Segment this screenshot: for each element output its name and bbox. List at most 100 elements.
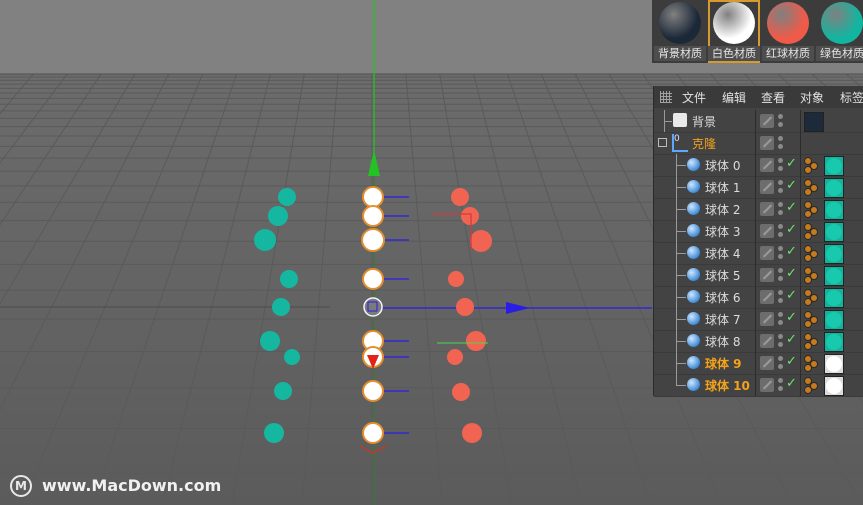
render-dots-icon[interactable] [778, 224, 783, 238]
render-dots-icon[interactable] [778, 180, 783, 194]
render-dots-icon[interactable] [778, 334, 783, 348]
render-dots-icon[interactable] [778, 378, 783, 392]
visibility-toggle-icon[interactable] [760, 202, 774, 216]
object-row-sphere[interactable]: 球体 4 ✓ [654, 242, 863, 265]
material-tag-green[interactable] [824, 200, 844, 220]
menu-edit[interactable]: 编辑 [722, 89, 746, 106]
render-dots-icon[interactable] [778, 158, 783, 172]
object-name[interactable]: 背景 [692, 113, 716, 130]
render-dots-icon[interactable] [778, 136, 783, 150]
visibility-toggle-icon[interactable] [760, 246, 774, 260]
material-tag-green[interactable] [824, 332, 844, 352]
object-name[interactable]: 球体 2 [705, 201, 740, 218]
object-name[interactable]: 球体 0 [705, 157, 740, 174]
visibility-toggle-icon[interactable] [760, 158, 774, 172]
object-name[interactable]: 球体 8 [705, 333, 740, 350]
render-dots-icon[interactable] [778, 114, 783, 128]
enabled-check-icon[interactable]: ✓ [786, 310, 797, 325]
render-dots-icon[interactable] [778, 268, 783, 282]
material-tag-green[interactable] [824, 288, 844, 308]
menu-object[interactable]: 对象 [800, 89, 824, 106]
enabled-check-icon[interactable]: ✓ [786, 288, 797, 303]
teal-sphere [254, 229, 276, 251]
selection-tag-icon[interactable] [804, 355, 820, 372]
enabled-check-icon[interactable]: ✓ [786, 222, 797, 237]
selection-tag-icon[interactable] [804, 311, 820, 328]
enabled-check-icon[interactable]: ✓ [786, 244, 797, 259]
material-tag-green[interactable] [824, 178, 844, 198]
enabled-check-icon[interactable]: ✓ [786, 266, 797, 281]
object-row-background[interactable]: 背景 [654, 110, 863, 133]
enabled-check-icon[interactable]: ✓ [786, 332, 797, 347]
material-swatch[interactable]: 绿色材质 [816, 0, 863, 63]
enabled-check-icon[interactable]: ✓ [786, 376, 797, 391]
visibility-toggle-icon[interactable] [760, 136, 774, 150]
visibility-toggle-icon[interactable] [760, 334, 774, 348]
panel-grip-icon[interactable] [660, 91, 672, 103]
object-name[interactable]: 球体 1 [705, 179, 740, 196]
visibility-toggle-icon[interactable] [760, 224, 774, 238]
selection-tag-icon[interactable] [804, 267, 820, 284]
material-tag-green[interactable] [824, 310, 844, 330]
menu-tag[interactable]: 标签 [840, 89, 863, 106]
enabled-check-icon[interactable]: ✓ [786, 200, 797, 215]
selection-tag-icon[interactable] [804, 157, 820, 174]
selection-tag-icon[interactable] [804, 179, 820, 196]
object-row-sphere[interactable]: 球体 1 ✓ [654, 176, 863, 199]
selection-tag-icon[interactable] [804, 201, 820, 218]
render-dots-icon[interactable] [778, 312, 783, 326]
enabled-check-icon[interactable]: ✓ [786, 354, 797, 369]
object-name[interactable]: 球体 6 [705, 289, 740, 306]
menu-view[interactable]: 查看 [761, 89, 785, 106]
object-row-sphere[interactable]: 球体 2 ✓ [654, 198, 863, 221]
selection-tag-icon[interactable] [804, 377, 820, 394]
material-swatch[interactable]: 白色材质 [708, 0, 760, 63]
material-tag-green[interactable] [824, 266, 844, 286]
visibility-toggle-icon[interactable] [760, 268, 774, 282]
enabled-check-icon[interactable]: ✓ [786, 178, 797, 193]
object-name[interactable]: 球体 3 [705, 223, 740, 240]
material-tag-green[interactable] [824, 244, 844, 264]
render-dots-icon[interactable] [778, 356, 783, 370]
enabled-check-icon[interactable]: ✓ [786, 156, 797, 171]
object-row-sphere[interactable]: 球体 5 ✓ [654, 264, 863, 287]
object-row-sphere[interactable]: 球体 9 ✓ [654, 352, 863, 375]
object-row-sphere[interactable]: 球体 8 ✓ [654, 330, 863, 353]
object-row-cloner[interactable]: 0 克隆 [654, 132, 863, 155]
material-tag-green[interactable] [824, 222, 844, 242]
visibility-toggle-icon[interactable] [760, 290, 774, 304]
object-row-sphere[interactable]: 球体 7 ✓ [654, 308, 863, 331]
visibility-toggle-icon[interactable] [760, 312, 774, 326]
render-dots-icon[interactable] [778, 246, 783, 260]
object-name[interactable]: 球体 4 [705, 245, 740, 262]
object-name[interactable]: 球体 5 [705, 267, 740, 284]
selection-tag-icon[interactable] [804, 333, 820, 350]
object-row-sphere[interactable]: 球体 6 ✓ [654, 286, 863, 309]
selection-tag-icon[interactable] [804, 289, 820, 306]
object-row-sphere[interactable]: 球体 3 ✓ [654, 220, 863, 243]
object-row-sphere[interactable]: 球体 0 ✓ [654, 154, 863, 177]
material-swatch[interactable]: 背景材质 [654, 0, 706, 63]
object-name[interactable]: 球体 10 [705, 377, 750, 394]
teal-sphere [272, 298, 290, 316]
material-tag-background[interactable] [804, 112, 824, 132]
material-tag-white[interactable] [824, 376, 844, 396]
selection-tag-icon[interactable] [804, 223, 820, 240]
collapse-toggle-icon[interactable] [658, 138, 667, 147]
visibility-toggle-icon[interactable] [760, 356, 774, 370]
material-swatch[interactable]: 红球材质 [762, 0, 814, 63]
object-name[interactable]: 球体 7 [705, 311, 740, 328]
white-sphere [362, 380, 384, 402]
visibility-toggle-icon[interactable] [760, 180, 774, 194]
menu-file[interactable]: 文件 [682, 89, 706, 106]
material-tag-white[interactable] [824, 354, 844, 374]
selection-tag-icon[interactable] [804, 245, 820, 262]
render-dots-icon[interactable] [778, 202, 783, 216]
visibility-toggle-icon[interactable] [760, 378, 774, 392]
object-row-sphere[interactable]: 球体 10 ✓ [654, 374, 863, 397]
object-name[interactable]: 球体 9 [705, 355, 742, 372]
render-dots-icon[interactable] [778, 290, 783, 304]
visibility-toggle-icon[interactable] [760, 114, 774, 128]
object-name[interactable]: 克隆 [692, 135, 716, 152]
material-tag-green[interactable] [824, 156, 844, 176]
